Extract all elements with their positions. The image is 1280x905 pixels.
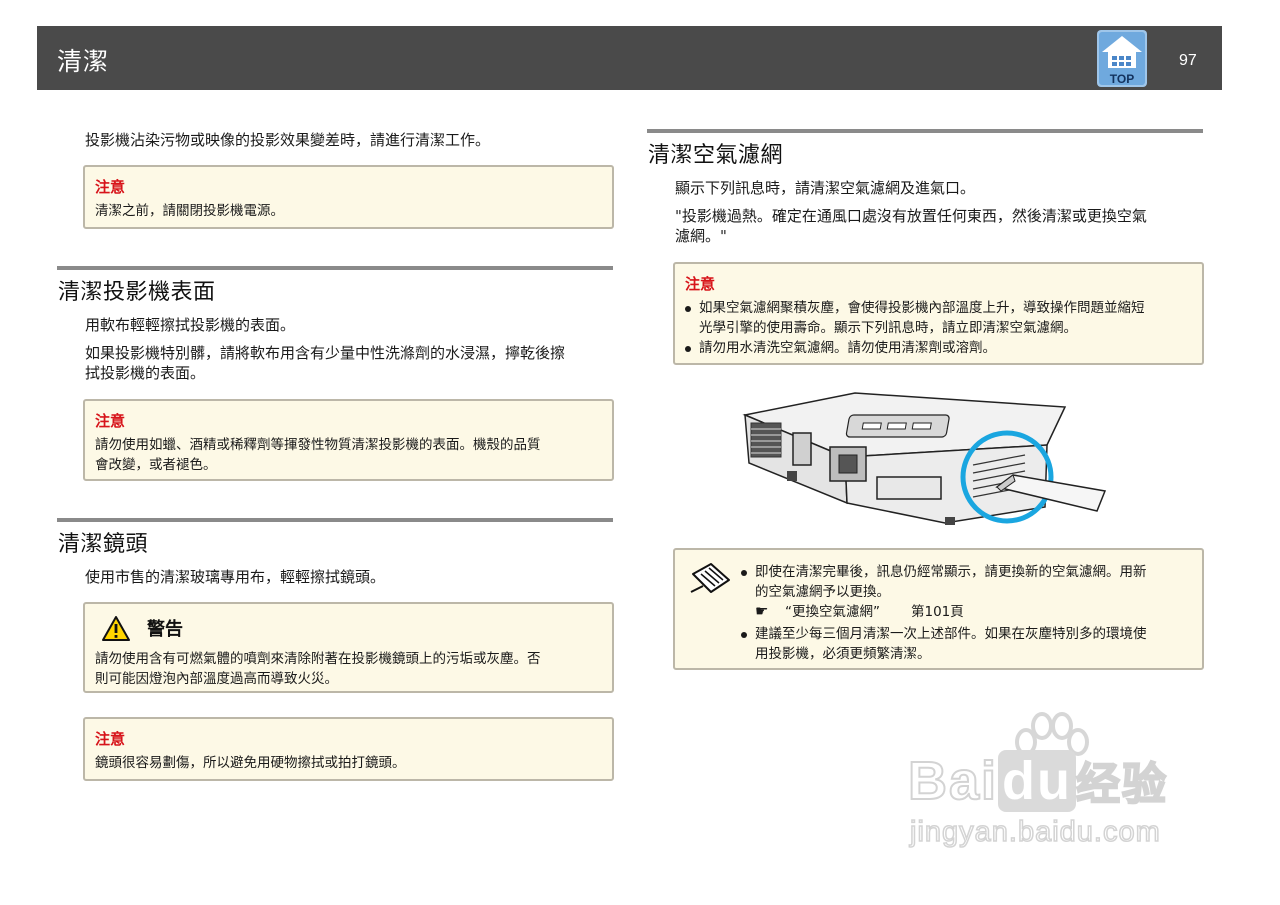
caution-box-filter: 注意 如果空氣濾網聚積灰塵，會使得投影機內部溫度上升，導致操作問題並縮短 光學引… <box>673 262 1204 365</box>
section-title-lens: 清潔鏡頭 <box>58 532 149 557</box>
caution-label: 注意 <box>95 730 126 748</box>
note-b1-line1: 即使在清潔完畢後，訊息仍經常顯示，請更換新的空氣濾網。用新 <box>755 564 1147 580</box>
note-b2-line2: 用投影機，必須更頻繁清潔。 <box>755 646 931 662</box>
caution-line2: 會改變，或者褪色。 <box>95 457 217 473</box>
warning-label: 警告 <box>147 619 183 640</box>
section-title-filter: 清潔空氣濾網 <box>648 143 784 168</box>
lens-p1: 使用市售的清潔玻璃專用布，輕輕擦拭鏡頭。 <box>85 568 386 586</box>
caution-box-power: 注意 清潔之前，請關閉投影機電源。 <box>83 165 614 229</box>
section-rule <box>647 129 1203 133</box>
caution-line1: 請勿使用如蠟、酒精或稀釋劑等揮發性物質清潔投影機的表面。機殼的品質 <box>95 437 541 453</box>
surface-p2-line2: 拭投影機的表面。 <box>85 364 206 382</box>
watermark-brand-b: du <box>998 750 1077 812</box>
top-home-icon: TOP <box>1097 30 1147 87</box>
filter-p2-line1: "投影機過熱。確定在通風口處沒有放置任何東西，然後清潔或更換空氣 <box>675 207 1147 225</box>
caution-b2: 請勿用水清洗空氣濾網。請勿使用清潔劑或溶劑。 <box>699 340 996 356</box>
note-b1-line2: 的空氣濾網予以更換。 <box>755 584 890 600</box>
surface-p1: 用軟布輕輕擦拭投影機的表面。 <box>85 316 296 334</box>
note-box-filter: 即使在清潔完畢後，訊息仍經常顯示，請更換新的空氣濾網。用新 的空氣濾網予以更換。… <box>673 548 1204 670</box>
page-title: 清潔 <box>57 47 110 76</box>
warning-line1: 請勿使用含有可燃氣體的噴劑來清除附著在投影機鏡頭上的污垢或灰塵。否 <box>95 651 541 667</box>
bullet <box>685 346 691 352</box>
page-header: 清潔 TOP 97 <box>37 26 1222 90</box>
filter-p1: 顯示下列訊息時，請清潔空氣濾網及進氣口。 <box>675 179 976 197</box>
bullet <box>741 570 747 576</box>
bullet <box>741 632 747 638</box>
bullet <box>685 306 691 312</box>
caution-text: 鏡頭很容易劃傷，所以避免用硬物擦拭或拍打鏡頭。 <box>95 755 406 771</box>
watermark-brand-c: 经验 <box>1075 758 1169 811</box>
caution-box-surface: 注意 請勿使用如蠟、酒精或稀釋劑等揮發性物質清潔投影機的表面。機殼的品質 會改變… <box>83 399 614 481</box>
note-b2-line1: 建議至少每三個月清潔一次上述部件。如果在灰塵特別多的環境使 <box>755 626 1147 642</box>
page-number: 97 <box>1179 52 1197 69</box>
caution-box-lens: 注意 鏡頭很容易劃傷，所以避免用硬物擦拭或拍打鏡頭。 <box>83 717 614 781</box>
pointing-hand-icon: ☛ <box>755 602 769 620</box>
watermark-url: jingyan.baidu.com <box>909 815 1161 849</box>
projector-illustration <box>742 392 1107 525</box>
filter-p2-line2: 濾網。" <box>675 227 727 245</box>
note-pencil-icon <box>690 563 730 593</box>
surface-p2-line1: 如果投影機特別髒，請將軟布用含有少量中性洗滌劑的水浸濕，擰乾後擦 <box>85 344 566 362</box>
section-rule <box>57 518 613 522</box>
warning-triangle-icon <box>102 616 130 641</box>
intro-text: 投影機沾染污物或映像的投影效果變差時，請進行清潔工作。 <box>85 131 491 149</box>
baidu-watermark: Baidu经验 jingyan.baidu.com <box>900 712 1210 862</box>
caution-label: 注意 <box>95 412 126 430</box>
warning-line2: 則可能因燈泡內部溫度過高而導致火災。 <box>95 671 338 687</box>
caution-b1-line1: 如果空氣濾網聚積灰塵，會使得投影機內部溫度上升，導致操作問題並縮短 <box>699 300 1145 316</box>
warning-box-lens: 警告 請勿使用含有可燃氣體的噴劑來清除附著在投影機鏡頭上的污垢或灰塵。否 則可能… <box>83 602 614 693</box>
caution-label: 注意 <box>95 178 126 196</box>
top-label: TOP <box>1110 72 1134 86</box>
caution-label: 注意 <box>685 275 716 293</box>
note-ref-text: “更換空氣濾網” <box>785 604 880 620</box>
section-title-surface: 清潔投影機表面 <box>58 280 216 305</box>
caution-b1-line2: 光學引擎的使用壽命。顯示下列訊息時，請立即清潔空氣濾網。 <box>699 320 1077 336</box>
top-home-button[interactable]: TOP <box>1097 30 1147 87</box>
section-rule <box>57 266 613 270</box>
note-ref-page-link[interactable]: 第101頁 <box>911 602 964 622</box>
watermark-brand-a: Bai <box>907 750 999 812</box>
caution-text: 清潔之前，請關閉投影機電源。 <box>95 203 284 219</box>
